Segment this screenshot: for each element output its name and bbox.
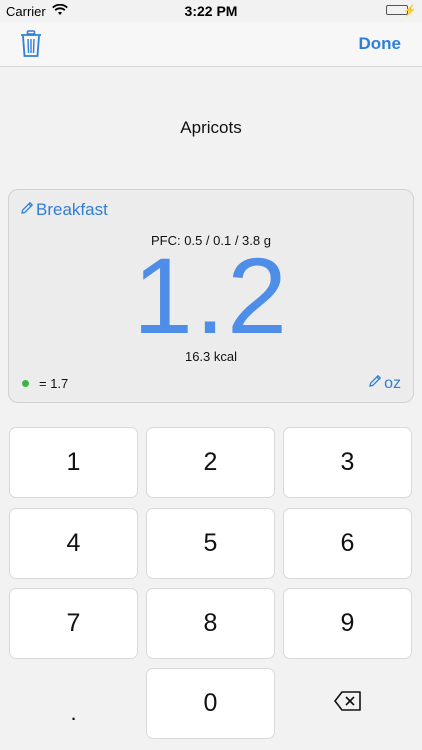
amount-display: 1.2 [132,235,290,356]
key-7[interactable]: 7 [9,588,138,659]
calories-label: 16.3 kcal [184,349,238,364]
unit-label: oz [384,374,401,392]
charging-icon: ⚡ [403,5,417,17]
key-3[interactable]: 3 [283,427,412,498]
ratio-label: = 1.7 [39,376,69,391]
food-title: Apricots [180,118,242,137]
meal-label: Breakfast [36,200,108,219]
decimal-key[interactable]: . [9,668,138,739]
key-1[interactable]: 1 [9,427,138,498]
key-4[interactable]: 4 [9,508,138,579]
trash-icon[interactable] [20,30,42,58]
backspace-icon [333,689,362,718]
meal-selector[interactable]: Breakfast [20,200,108,220]
pencil-icon [368,374,382,393]
key-0[interactable]: 0 [146,668,275,739]
portion-card: Breakfast PFC: 0.5 / 0.1 / 3.8 g 1.2 16.… [8,189,414,403]
unit-selector[interactable]: oz [368,374,401,393]
key-9[interactable]: 9 [283,588,412,659]
key-6[interactable]: 6 [283,508,412,579]
status-dot [22,380,29,387]
navigation-bar: Done [0,22,422,67]
pencil-icon [20,200,34,220]
key-5[interactable]: 5 [146,508,275,579]
backspace-key[interactable] [283,668,412,739]
screen: Carrier 3:22 PM ⚡ Done Apricots Breakfas… [0,0,422,750]
key-8[interactable]: 8 [146,588,275,659]
done-button[interactable]: Done [359,34,402,54]
key-2[interactable]: 2 [146,427,275,498]
status-bar: Carrier 3:22 PM ⚡ [0,0,422,22]
clock: 3:22 PM [184,3,238,19]
